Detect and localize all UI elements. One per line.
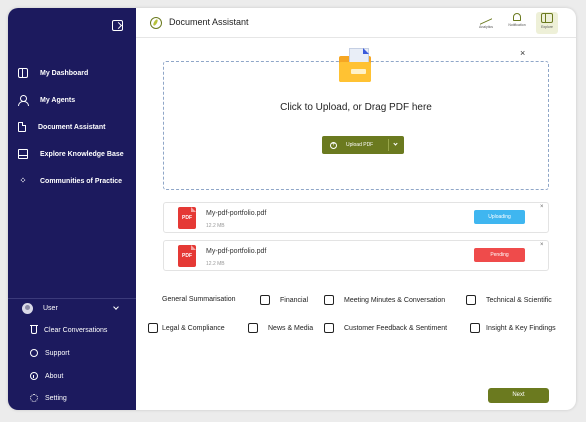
agent-icon (18, 95, 29, 106)
analytics-button[interactable]: Analytics (475, 12, 497, 34)
sub-item-label: About (45, 372, 64, 380)
sidebar: My Dashboard My Agents Document Assistan… (8, 8, 136, 410)
sidebar-item-my-agents[interactable]: My Agents (18, 92, 75, 108)
checkbox-legal-compliance[interactable]: Legal & Compliance (148, 323, 225, 333)
file-name: My-pdf-portfolio.pdf (206, 248, 267, 255)
checkbox-financial[interactable]: Financial (260, 295, 308, 305)
sidebar-item-label: My Dashboard (40, 69, 89, 77)
sidebar-toggle-icon[interactable] (112, 20, 123, 31)
file-card: PDF My-pdf-portfolio.pdf 12.2 MB Pending… (163, 240, 549, 271)
sidebar-item-document-assistant[interactable]: Document Assistant (18, 119, 105, 135)
leaf-logo-icon (150, 17, 162, 29)
book-icon (18, 149, 28, 159)
close-icon[interactable]: × (540, 204, 544, 210)
checkbox-label: Meeting Minutes & Conversation (344, 296, 446, 304)
analytics-icon (480, 13, 492, 23)
checkbox[interactable] (148, 323, 158, 333)
sub-item-label: Setting (45, 394, 67, 402)
top-header: Document Assistant Analytics Notificatio… (136, 8, 576, 38)
status-badge: Pending (474, 248, 525, 262)
close-icon[interactable]: × (520, 48, 525, 58)
file-name: My-pdf-portfolio.pdf (206, 210, 267, 217)
checkbox-customer-feedback[interactable]: Customer Feedback & Sentiment (324, 323, 447, 333)
next-button[interactable]: Next (488, 388, 549, 403)
explore-label: Explore (541, 25, 553, 29)
checkbox-label: Technical & Scientific (486, 296, 552, 304)
pdf-file-icon: PDF (178, 245, 196, 267)
checkbox-insight-key-findings[interactable]: Insight & Key Findings (470, 323, 556, 333)
checkbox[interactable] (260, 295, 270, 305)
file-card: PDF My-pdf-portfolio.pdf 12.2 MB Uploadi… (163, 202, 549, 233)
checkbox[interactable] (248, 323, 258, 333)
user-label: User (43, 305, 58, 312)
analytics-label: Analytics (478, 25, 493, 29)
user-menu[interactable]: User (22, 303, 58, 314)
sidebar-item-label: My Agents (40, 96, 76, 104)
folder-icon (339, 48, 373, 83)
checkbox[interactable] (324, 323, 334, 333)
dashboard-icon (18, 68, 28, 78)
checkbox-news-media[interactable]: News & Media (248, 323, 313, 333)
checkbox-label: Financial (280, 296, 309, 304)
upload-instructions: Click to Upload, or Drag PDF here (280, 102, 432, 113)
sidebar-item-my-dashboard[interactable]: My Dashboard (18, 65, 88, 81)
checkbox-label: Insight & Key Findings (486, 324, 556, 332)
chevron-down-icon[interactable] (393, 141, 398, 146)
checkbox-technical-scientific[interactable]: Technical & Scientific (466, 295, 552, 305)
bell-icon (513, 13, 521, 21)
sidebar-divider (8, 298, 136, 299)
upload-pdf-button[interactable]: + Upload PDF (322, 136, 404, 154)
avatar (22, 303, 33, 314)
info-icon (30, 372, 38, 380)
sidebar-item-label: Communities of Practice (40, 177, 123, 185)
page-title: Document Assistant (169, 17, 249, 27)
about-link[interactable]: About (30, 372, 63, 380)
file-size: 12.2 MB (206, 223, 225, 229)
chevron-down-icon[interactable] (113, 304, 119, 310)
sidebar-item-label: Explore Knowledge Base (40, 150, 124, 158)
trash-icon (30, 325, 38, 334)
file-size: 12.2 MB (206, 261, 225, 267)
pdf-file-icon: PDF (178, 207, 196, 229)
button-divider (388, 139, 389, 151)
checkbox-label: Customer Feedback & Sentiment (344, 324, 448, 332)
sub-item-label: Support (45, 349, 70, 357)
upload-button-label: Upload PDF (346, 142, 374, 148)
panel-icon (541, 13, 553, 23)
checkbox-label: Legal & Compliance (162, 324, 225, 332)
explore-button[interactable]: Explore (536, 12, 558, 34)
people-icon: ⁘ (19, 176, 27, 185)
checkbox[interactable] (470, 323, 480, 333)
setting-link[interactable]: Setting (30, 394, 67, 402)
sub-item-label: Clear Conversations (44, 326, 108, 334)
notification-button[interactable]: Notification (506, 12, 528, 34)
checkbox[interactable] (466, 295, 476, 305)
sidebar-item-explore-knowledge-base[interactable]: Explore Knowledge Base (18, 146, 124, 162)
clear-conversations-button[interactable]: Clear Conversations (30, 325, 108, 334)
sidebar-item-label: Document Assistant (38, 123, 106, 131)
checkbox-meeting-minutes[interactable]: Meeting Minutes & Conversation (324, 295, 445, 305)
plus-icon: + (330, 141, 337, 149)
category-label: General Summarisation (162, 296, 236, 303)
sidebar-item-communities-of-practice[interactable]: ⁘ Communities of Practice (18, 173, 122, 189)
status-badge: Uploading (474, 210, 525, 224)
checkbox[interactable] (324, 295, 334, 305)
checkbox-label: News & Media (268, 324, 314, 332)
notification-label: Notification (508, 23, 526, 27)
support-link[interactable]: Support (30, 349, 70, 357)
gear-icon (30, 394, 38, 402)
app-window: My Dashboard My Agents Document Assistan… (8, 8, 576, 410)
support-icon (30, 349, 38, 357)
close-icon[interactable]: × (540, 242, 544, 248)
document-icon (18, 122, 26, 132)
